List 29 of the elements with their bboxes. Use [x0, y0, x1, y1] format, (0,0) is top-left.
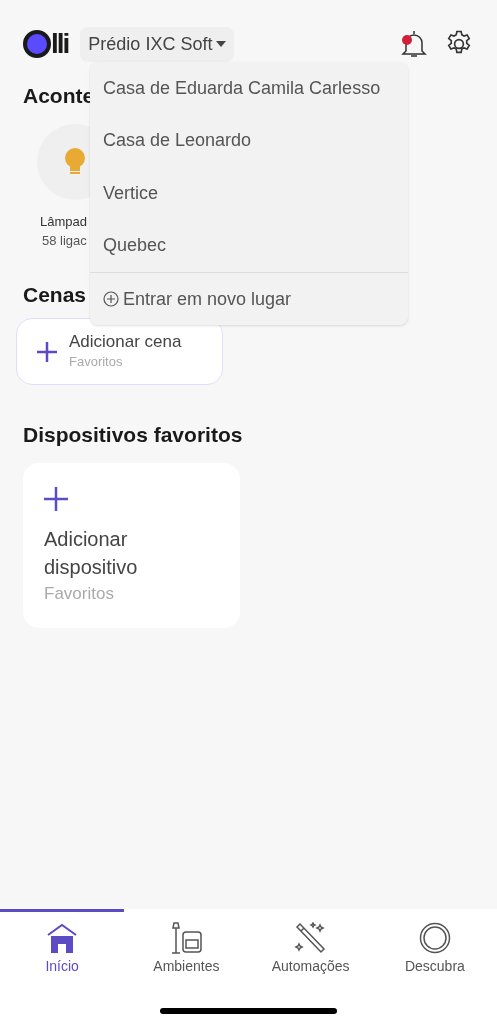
place-selector[interactable]: Prédio IXC Soft — [80, 26, 235, 62]
ring-icon — [418, 922, 451, 954]
notifications-button[interactable] — [400, 29, 428, 59]
tab[interactable]: Início — [0, 909, 125, 977]
card-subtitle: Favoritos — [69, 353, 124, 372]
logo-icon — [23, 30, 51, 58]
card-title: Adicionar dispositivo — [44, 526, 139, 580]
section-title: Dispositivos favoritos — [23, 422, 244, 448]
plus-icon — [37, 341, 57, 362]
menu-item[interactable]: Casa de Leonardo — [90, 114, 408, 167]
section-title: Cenas — [23, 281, 87, 308]
plus-icon — [44, 486, 68, 511]
tab[interactable]: Ambientes — [124, 909, 249, 977]
add-device-card[interactable]: Adicionar dispositivo Favoritos — [23, 462, 240, 628]
home-icon — [46, 922, 79, 954]
device-detail: 58 ligac — [42, 232, 87, 250]
card-subtitle: Favoritos — [44, 582, 114, 605]
add-scene-card[interactable]: Adicionar cena Favoritos — [16, 318, 223, 385]
logo-text: lli — [51, 30, 69, 58]
tab[interactable]: Automações — [248, 909, 373, 977]
card-title: Adicionar cena — [69, 331, 182, 353]
bulb-icon — [64, 146, 86, 177]
magic-wand-icon — [293, 922, 328, 954]
add-circle-icon — [103, 291, 119, 307]
device-name: Lâmpad — [40, 212, 87, 231]
caret-icon — [216, 41, 227, 47]
menu-item[interactable]: Vertice — [90, 167, 408, 220]
tab[interactable]: Descubra — [372, 909, 497, 977]
menu-item[interactable]: Quebec — [90, 219, 408, 272]
